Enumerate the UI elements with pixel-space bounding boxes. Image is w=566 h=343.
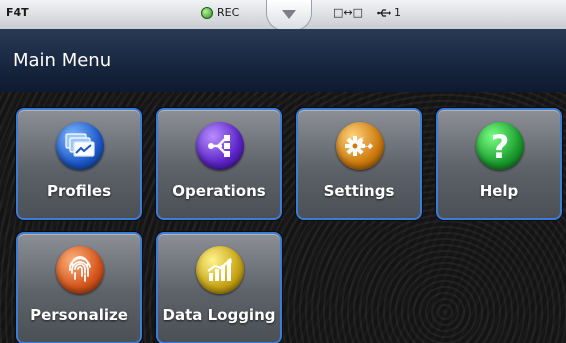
tile-label: Personalize [30, 306, 128, 324]
chevron-down-icon [282, 10, 296, 19]
tile-operations[interactable]: Operations [156, 108, 282, 220]
usb-count: 1 [394, 6, 401, 19]
screen: F4T REC □↔□ 1 Main Menu Profiles Operati… [0, 0, 566, 343]
page-title: Main Menu [13, 50, 112, 71]
tile-label: Data Logging [162, 306, 276, 324]
tile-settings[interactable]: Settings [296, 108, 422, 220]
help-icon: ? [476, 122, 524, 170]
data-logging-icon [196, 246, 244, 294]
usb-icon [377, 8, 391, 17]
tile-label: Profiles [46, 182, 112, 200]
help-glyph: ? [490, 127, 510, 166]
record-indicator: REC [201, 6, 239, 19]
tile-label: Operations [172, 182, 266, 200]
profiles-icon [56, 122, 104, 170]
pull-down-tab[interactable] [266, 0, 312, 31]
fingerprint-icon [56, 246, 104, 294]
settings-icon [336, 122, 384, 170]
tile-label: Settings [323, 182, 395, 200]
tile-data-logging[interactable]: Data Logging [156, 232, 282, 343]
device-model-label: F4T [6, 6, 29, 19]
tile-profiles[interactable]: Profiles [16, 108, 142, 220]
network-icon: □↔□ [333, 6, 364, 19]
status-bar: F4T REC □↔□ 1 [0, 0, 566, 31]
tile-personalize[interactable]: Personalize [16, 232, 142, 343]
tile-help[interactable]: ? Help [436, 108, 562, 220]
record-status-icon [201, 6, 213, 19]
record-label: REC [217, 6, 240, 19]
menu-header: Main Menu [0, 29, 566, 93]
operations-icon [196, 122, 244, 170]
usb-indicator: 1 [377, 6, 401, 19]
tile-label: Help [479, 182, 519, 200]
